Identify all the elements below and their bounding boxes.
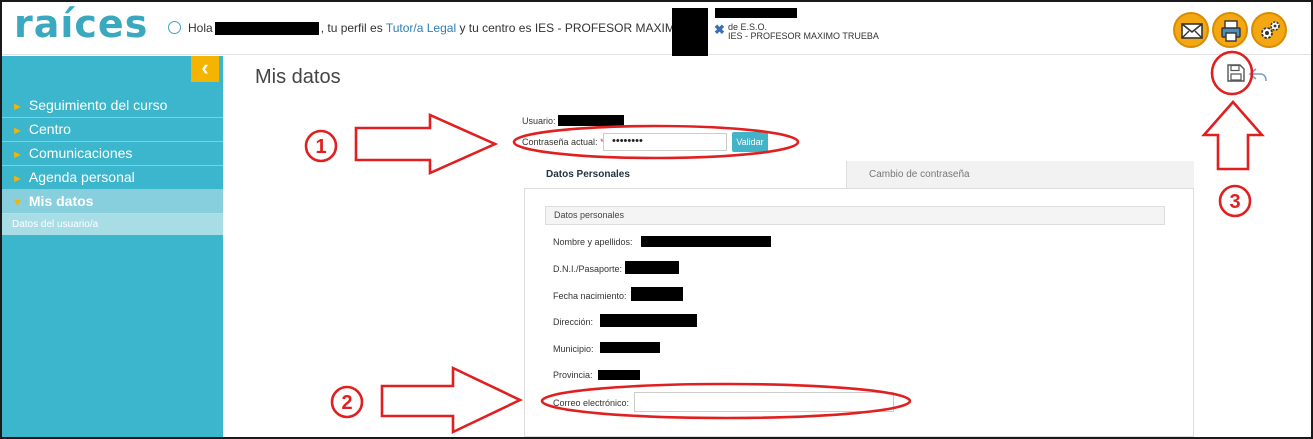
redacted-value [631, 287, 683, 301]
redacted-value [641, 236, 771, 247]
redacted-value [625, 261, 679, 274]
correo-label: Correo electrónico: [553, 398, 630, 408]
sidebar-item-label: Seguimiento del curso [28, 97, 168, 113]
redacted-block [672, 8, 708, 56]
settings-icon[interactable] [1251, 12, 1287, 48]
mail-icon[interactable] [1173, 12, 1209, 48]
undo-icon[interactable] [1248, 66, 1268, 89]
redacted-block [715, 8, 797, 18]
center-line2: IES - PROFESOR MAXIMO TRUEBA [728, 31, 879, 41]
dni-label: D.N.I./Pasaporte: [553, 264, 623, 274]
email-field[interactable] [634, 392, 894, 412]
sidebar-item-label: Mis datos [28, 193, 94, 209]
triangle-right-icon: ► [12, 173, 23, 185]
triangle-down-icon: ▼ [12, 197, 23, 209]
fecha-nacimiento-label: Fecha nacimiento: [553, 291, 627, 301]
sidebar-item-label: Comunicaciones [28, 145, 133, 161]
password-label: Contraseña actual: * [522, 137, 604, 147]
greeting-mid: , tu perfil es [320, 21, 386, 35]
sidebar-subitem-datos-usuario[interactable]: Datos del usuario/a [2, 214, 223, 235]
redacted-name [214, 22, 319, 36]
greeting-mid2: y tu centro es [456, 21, 535, 35]
greeting-prefix: Hola [188, 21, 213, 35]
usuario-label: Usuario: [522, 116, 556, 126]
redacted-value [600, 314, 697, 327]
redacted-username [558, 115, 624, 126]
profile-link[interactable]: Tutor/a Legal [386, 21, 456, 35]
nombre-label: Nombre y apellidos: [553, 237, 633, 247]
greeting-text: Hola , tu perfil es Tutor/a Legal y tu ce… [188, 21, 695, 36]
triangle-right-icon: ► [12, 125, 23, 137]
center-selector[interactable]: de E.S.O. IES - PROFESOR MAXIMO TRUEBA [728, 23, 879, 41]
sidebar-item-comunicaciones[interactable]: ► Comunicaciones [2, 142, 223, 166]
center-switch-icon[interactable]: ✖ [714, 22, 725, 38]
triangle-right-icon: ► [12, 149, 23, 161]
direccion-label: Dirección: [553, 317, 594, 327]
collapse-sidebar-button[interactable]: ‹ [191, 56, 219, 82]
sidebar-item-agenda[interactable]: ► Agenda personal [2, 166, 223, 190]
user-icon [168, 21, 181, 34]
print-icon[interactable] [1212, 12, 1248, 48]
tab-bar: Datos Personales Cambio de contraseña [524, 161, 1194, 189]
redacted-value [598, 370, 640, 380]
tab-datos-personales[interactable]: Datos Personales [524, 161, 846, 188]
password-label-text: Contraseña actual: [522, 137, 598, 147]
center-name: IES - PROFESOR MAXIMO T [534, 21, 695, 35]
triangle-right-icon: ► [12, 101, 23, 113]
redacted-value [600, 342, 660, 353]
sidebar-nav: ► Seguimiento del curso ► Centro ► Comunica… [2, 94, 223, 235]
section-header: Datos personales [545, 206, 1165, 225]
current-password-input[interactable]: •••••••• [603, 133, 727, 151]
sidebar-item-seguimiento[interactable]: ► Seguimiento del curso [2, 94, 223, 118]
page-title: Mis datos [255, 66, 341, 88]
sidebar-item-mis-datos[interactable]: ▼ Mis datos [2, 190, 223, 214]
validate-button[interactable]: Validar [732, 132, 768, 152]
tab-cambio-contrasena[interactable]: Cambio de contraseña [846, 161, 1194, 188]
provincia-label: Provincia: [553, 370, 593, 380]
sidebar-item-label: Agenda personal [28, 169, 135, 185]
raices-logo[interactable]: raíces [14, 2, 148, 46]
sidebar-item-label: Centro [28, 121, 71, 137]
sidebar-item-centro[interactable]: ► Centro [2, 118, 223, 142]
municipio-label: Municipio: [553, 344, 594, 354]
save-icon[interactable] [1226, 63, 1246, 88]
